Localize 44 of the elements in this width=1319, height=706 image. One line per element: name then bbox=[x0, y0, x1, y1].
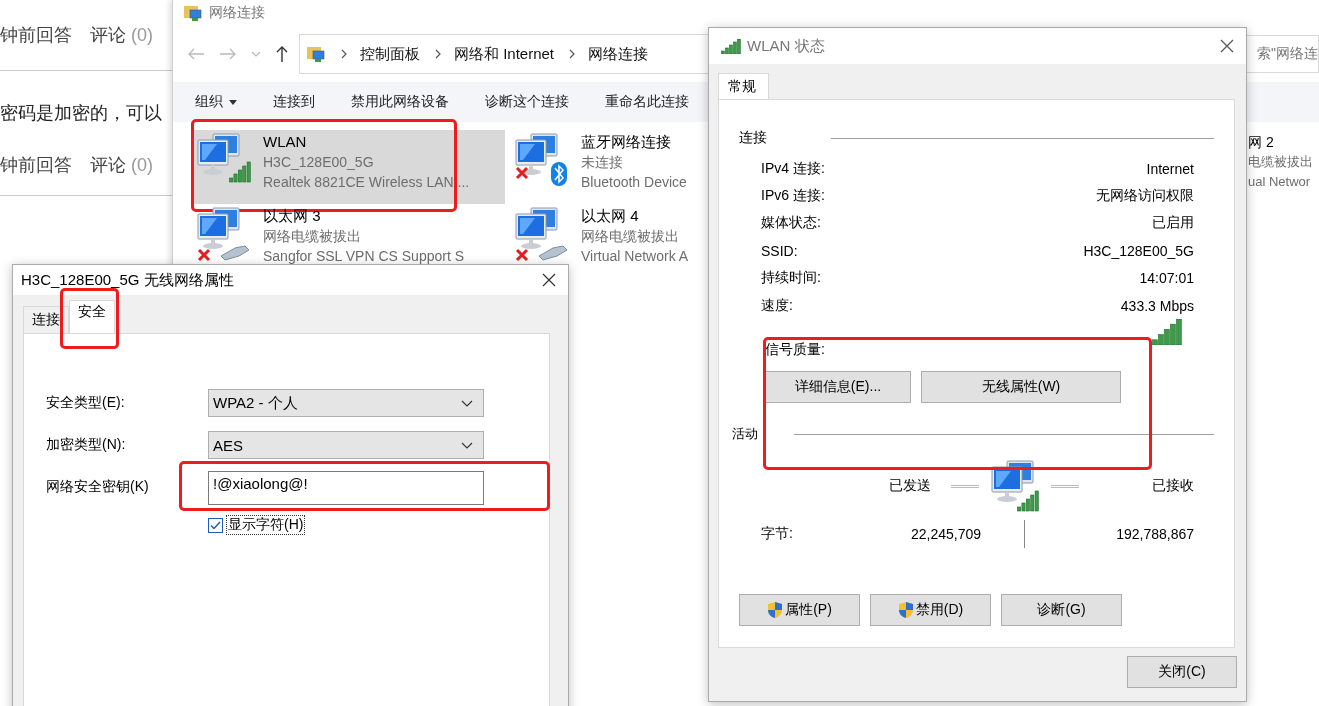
group-heading: 活动 bbox=[732, 425, 759, 444]
info-label: IPv6 连接: bbox=[761, 187, 825, 206]
answer-time-text: 钟前回答 bbox=[0, 24, 72, 47]
info-label: 字节: bbox=[761, 525, 794, 544]
connection-status: 网络电缆被拔出 bbox=[263, 227, 362, 246]
info-label: 媒体状态: bbox=[761, 214, 821, 233]
info-label: 速度: bbox=[761, 296, 793, 315]
info-value: 无网络访问权限 bbox=[1096, 187, 1194, 206]
field-label: 网络安全密钥(K) bbox=[46, 478, 150, 496]
dialog-title: H3C_128E00_5G 无线网络属性 bbox=[21, 270, 235, 290]
info-value: 192,788,867 bbox=[1115, 526, 1194, 543]
connection-name: 网 2 bbox=[1248, 133, 1275, 152]
connection-status: 未连接 bbox=[581, 153, 624, 172]
info-label: 信号质量: bbox=[765, 341, 825, 360]
answer-text: 密码是加密的，可以 bbox=[0, 102, 162, 125]
info-label: 持续时间: bbox=[761, 269, 821, 288]
connection-name: 蓝牙网络连接 bbox=[581, 132, 672, 152]
connection-status: H3C_128E00_5G bbox=[263, 153, 375, 172]
answer-time-text: 钟前回答 bbox=[0, 154, 72, 177]
connection-status: 电缆被拔出 bbox=[1248, 153, 1313, 171]
device-name: Bluetooth Device bbox=[581, 173, 687, 192]
info-value: Internet bbox=[1146, 160, 1194, 177]
info-label: SSID: bbox=[761, 242, 798, 259]
info-value: 14:07:01 bbox=[1139, 270, 1194, 287]
connection-name: 以太网 4 bbox=[581, 206, 640, 226]
device-name: Realtek 8821CE Wireless LAN ... bbox=[263, 173, 470, 192]
connection-name: WLAN bbox=[263, 132, 308, 152]
field-label: 安全类型(E): bbox=[46, 394, 126, 412]
dialog-title: WLAN 状态 bbox=[747, 36, 826, 56]
group-heading: 连接 bbox=[739, 129, 768, 147]
connection-name: 以太网 3 bbox=[263, 206, 322, 226]
info-label: IPv4 连接: bbox=[761, 159, 825, 178]
device-name: ual Networ bbox=[1248, 173, 1312, 191]
window-title: 网络连接 bbox=[209, 4, 265, 22]
info-value: 22,245,709 bbox=[909, 526, 981, 543]
device-name: Sangfor SSL VPN CS Support S bbox=[263, 247, 465, 266]
info-value: 已启用 bbox=[1152, 214, 1194, 233]
sent-label: 已发送 bbox=[889, 477, 931, 496]
info-value: 433.3 Mbps bbox=[1120, 297, 1194, 314]
device-name: Virtual Network A bbox=[581, 247, 689, 266]
received-label: 已接收 bbox=[1151, 477, 1194, 496]
info-value: H3C_128E00_5G bbox=[1083, 242, 1194, 259]
connection-status: 网络电缆被拔出 bbox=[581, 227, 680, 246]
field-label: 加密类型(N): bbox=[46, 436, 127, 454]
